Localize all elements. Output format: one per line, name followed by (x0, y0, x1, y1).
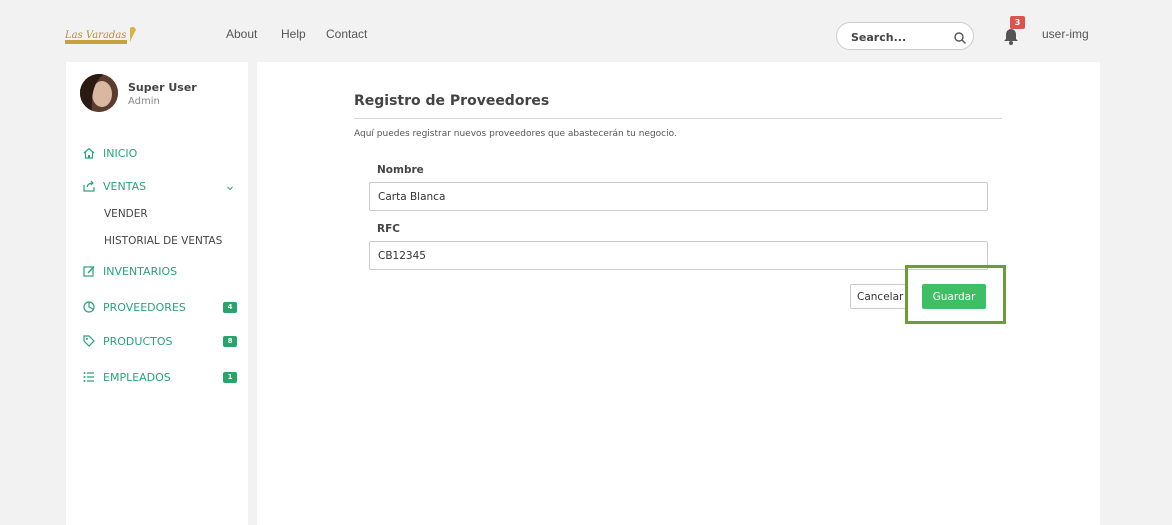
chevron-down-icon[interactable] (226, 182, 234, 191)
count-badge: 1 (223, 371, 237, 383)
nav-about[interactable]: About (226, 27, 257, 41)
home-icon (82, 146, 96, 160)
sidebar-item-empleados[interactable]: EMPLEADOS 1 (82, 368, 242, 386)
nombre-label: Nombre (377, 164, 424, 176)
tag-icon (82, 334, 96, 348)
highlight-box (905, 265, 1006, 324)
main-panel: Registro de Proveedores Aquí puedes regi… (257, 62, 1100, 525)
sidebar-item-ventas[interactable]: VENTAS (82, 177, 242, 195)
sidebar-item-label: INICIO (103, 146, 138, 160)
sidebar-item-inventarios[interactable]: INVENTARIOS (82, 262, 242, 280)
sidebar-item-label: PRODUCTOS (103, 334, 173, 348)
rfc-label: RFC (377, 223, 400, 235)
user-menu[interactable]: user-img (1042, 27, 1089, 41)
divider (354, 118, 1002, 119)
nav-help[interactable]: Help (281, 27, 306, 41)
sidebar-item-label: PROVEEDORES (103, 300, 186, 314)
sidebar-subitem-historial[interactable]: HISTORIAL DE VENTAS (104, 235, 222, 247)
sidebar-item-label: EMPLEADOS (103, 370, 171, 384)
pie-chart-icon (82, 300, 96, 314)
user-role: Admin (128, 96, 160, 107)
count-badge: 8 (223, 335, 237, 347)
svg-text:Las Varadas: Las Varadas (64, 30, 126, 41)
sidebar-item-label: INVENTARIOS (103, 264, 178, 278)
sidebar-item-inicio[interactable]: INICIO (82, 144, 242, 162)
search-box (836, 22, 974, 50)
nav-contact[interactable]: Contact (326, 27, 367, 41)
nombre-input[interactable] (369, 182, 988, 211)
user-name: Super User (128, 81, 197, 94)
logo[interactable]: Las Varadas (64, 24, 142, 48)
search-icon[interactable] (953, 30, 967, 44)
share-icon (82, 179, 96, 193)
rfc-input[interactable] (369, 241, 988, 270)
sidebar-subitem-vender[interactable]: VENDER (104, 208, 148, 220)
sidebar-item-label: VENTAS (103, 179, 147, 193)
page-title: Registro de Proveedores (354, 93, 550, 109)
edit-icon (82, 264, 96, 278)
cancel-button[interactable]: Cancelar (850, 284, 908, 309)
top-bar: Las Varadas About Help Contact 3 user-im… (0, 0, 1172, 62)
sidebar-item-productos[interactable]: PRODUCTOS 8 (82, 332, 242, 350)
sidebar-item-proveedores[interactable]: PROVEEDORES 4 (82, 298, 242, 316)
logo-image: Las Varadas (64, 26, 136, 44)
avatar (80, 74, 118, 112)
search-input[interactable] (851, 28, 943, 46)
list-icon (82, 370, 96, 384)
sidebar: Super User Admin INICIO VENTAS VENDER HI… (66, 62, 248, 525)
count-badge: 4 (223, 301, 237, 313)
page-description: Aquí puedes registrar nuevos proveedores… (354, 129, 677, 139)
notification-badge: 3 (1010, 16, 1025, 29)
